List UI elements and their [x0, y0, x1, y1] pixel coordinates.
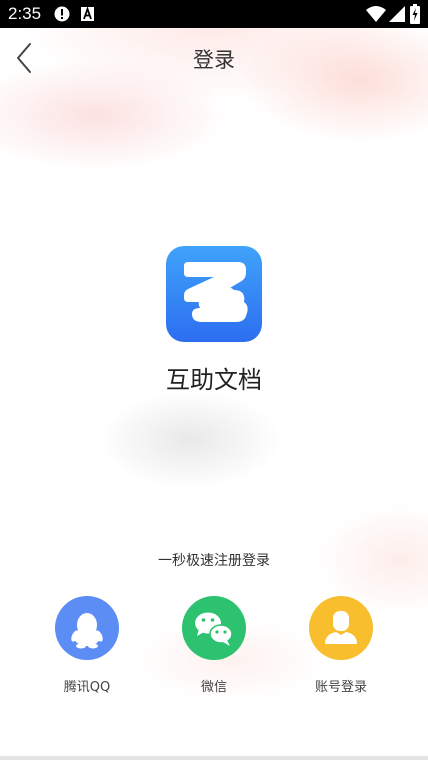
app-name: 互助文档 [166, 366, 262, 394]
wechat-icon-circle [182, 596, 246, 660]
battery-charging-icon [410, 4, 420, 28]
login-tagline: 一秒极速注册登录 [158, 553, 270, 569]
user-icon [325, 611, 357, 644]
a-box-icon [81, 6, 95, 26]
signal-icon [389, 5, 405, 27]
bottom-edge [0, 756, 428, 760]
account-icon-circle [309, 596, 373, 660]
wechat-login-button[interactable]: 微信 [164, 596, 264, 696]
wechat-icon [195, 612, 233, 646]
status-bar: 2:35 [0, 0, 428, 28]
header: 登录 [0, 28, 428, 88]
qq-login-label: 腾讯QQ [63, 680, 111, 695]
account-login-button[interactable]: 账号登录 [291, 596, 391, 696]
alert-circle-icon [54, 6, 70, 26]
z-logo-icon [166, 246, 262, 342]
wifi-icon [366, 5, 386, 27]
account-login-label: 账号登录 [314, 680, 367, 695]
wechat-login-label: 微信 [200, 680, 227, 695]
qq-login-button[interactable]: 腾讯QQ [37, 596, 137, 696]
qq-penguin-icon [71, 613, 103, 649]
qq-icon-circle [55, 596, 119, 660]
app-logo [166, 246, 262, 342]
status-time: 2:35 [8, 4, 42, 23]
page-title: 登录 [193, 48, 235, 72]
